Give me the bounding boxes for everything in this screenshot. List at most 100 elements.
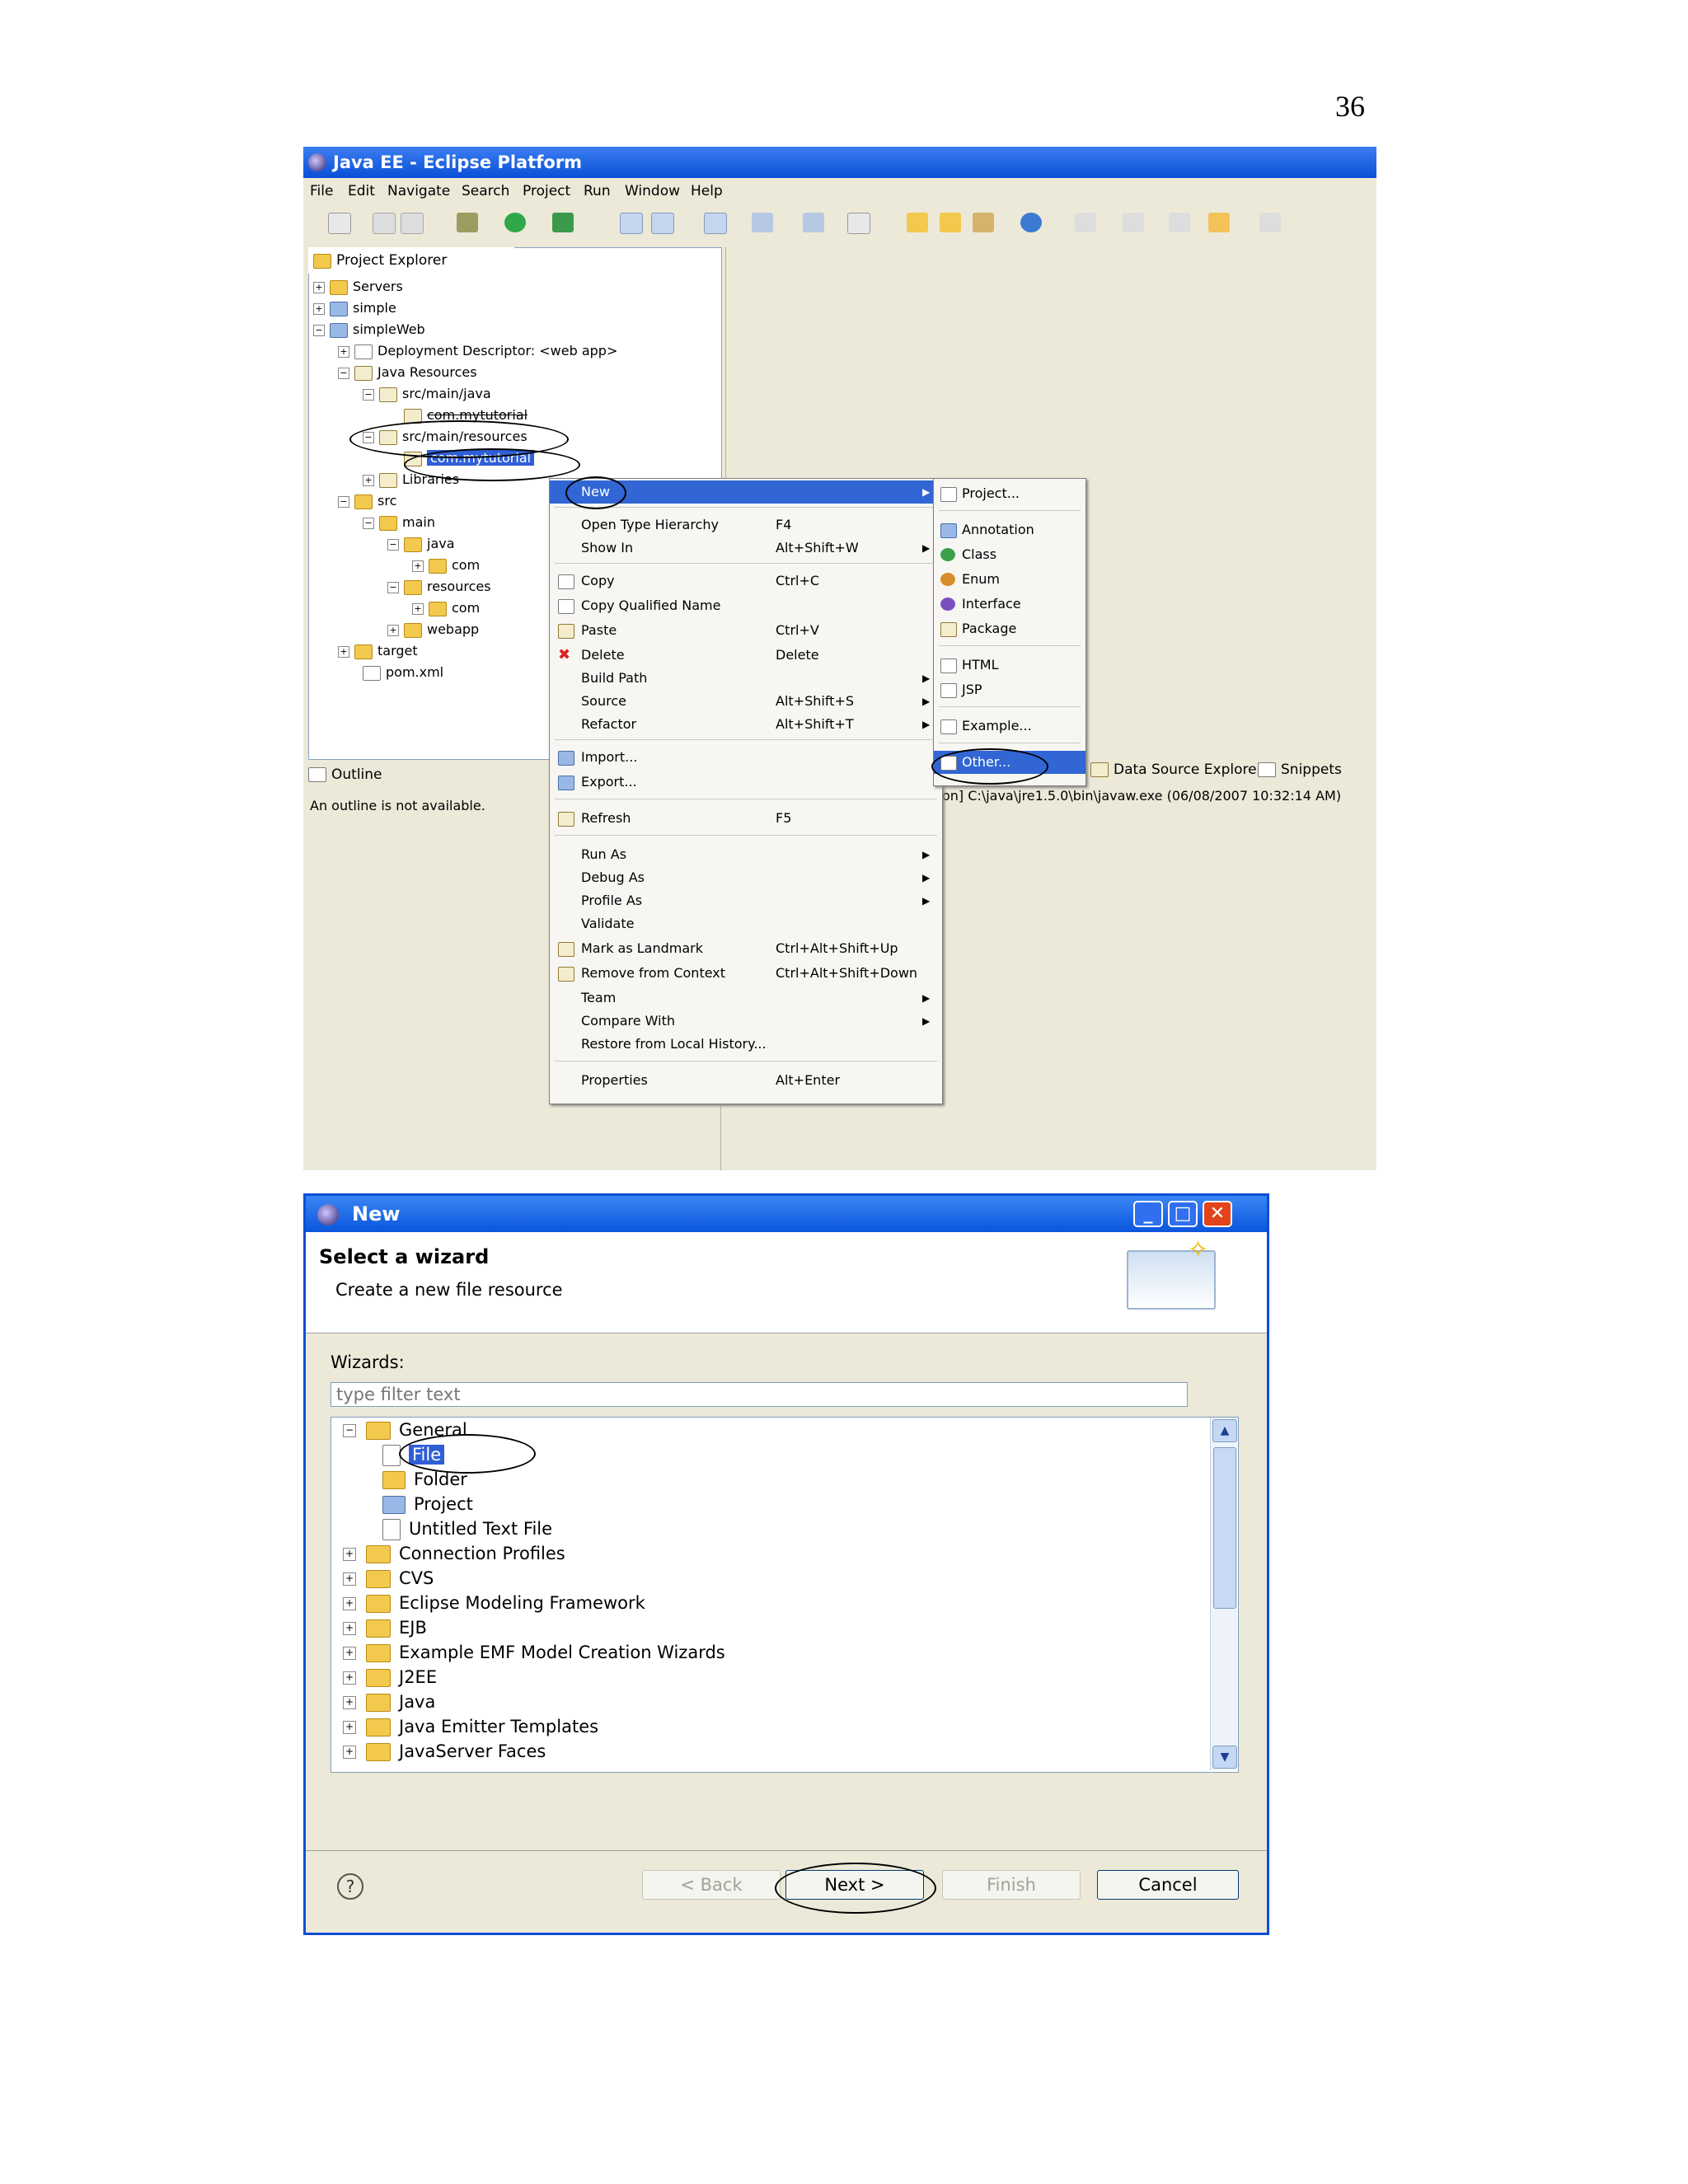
new-icon[interactable] xyxy=(328,213,351,234)
debug-icon[interactable] xyxy=(457,213,478,232)
menu-item-build-path[interactable]: Build Path ▶ xyxy=(550,667,942,690)
tree-item-deployment-descriptor[interactable]: + Deployment Descriptor: <web app> xyxy=(338,341,617,361)
project-explorer-tab[interactable]: Project Explorer xyxy=(308,247,514,274)
scroll-up-icon[interactable]: ▲ xyxy=(1212,1419,1237,1442)
menu-item-refresh[interactable]: Refresh F5 xyxy=(550,807,942,830)
next-button[interactable]: Next > xyxy=(785,1870,924,1900)
menu-window[interactable]: Window xyxy=(625,183,680,199)
expand-icon[interactable]: + xyxy=(313,302,325,315)
menu-item-delete[interactable]: ✖ Delete Delete xyxy=(550,644,942,667)
tree-item-package-selected[interactable]: com.mytutorial xyxy=(404,448,535,468)
tree-item-target[interactable]: + target xyxy=(338,641,418,661)
collapse-icon[interactable]: − xyxy=(363,388,374,401)
minimize-button[interactable]: _ xyxy=(1133,1201,1163,1227)
web-service-icon[interactable] xyxy=(803,213,824,232)
wizard-tree-item-cvs[interactable]: + CVS xyxy=(343,1566,434,1591)
wizard-tree-item-file[interactable]: File xyxy=(382,1442,445,1467)
wizard-tree-item-java[interactable]: + Java xyxy=(343,1690,435,1714)
help-icon[interactable]: ? xyxy=(337,1873,363,1900)
wizard-tree-item-emf[interactable]: + Eclipse Modeling Framework xyxy=(343,1591,645,1615)
collapse-icon[interactable]: − xyxy=(387,581,399,593)
collapse-icon[interactable]: − xyxy=(343,1424,356,1437)
menu-item-source[interactable]: Source Alt+Shift+S ▶ xyxy=(550,690,942,713)
expand-icon[interactable]: + xyxy=(343,1696,356,1709)
open-resource-icon[interactable] xyxy=(651,213,674,234)
next-annotation-icon[interactable] xyxy=(1075,213,1096,232)
menu-item-show-in[interactable]: Show In Alt+Shift+W ▶ xyxy=(550,537,942,560)
menu-item-export[interactable]: Export... xyxy=(550,771,942,794)
tree-item-libraries[interactable]: + Libraries xyxy=(363,470,459,490)
last-edit-icon[interactable] xyxy=(1169,213,1190,232)
menu-project[interactable]: Project xyxy=(523,183,570,199)
submenu-item-interface[interactable]: Interface xyxy=(934,593,1085,616)
javadoc-icon[interactable] xyxy=(847,213,870,234)
wizard-tree-item-jet[interactable]: + Java Emitter Templates xyxy=(343,1714,598,1739)
search-icon[interactable] xyxy=(973,213,994,232)
tree-item-simpleweb[interactable]: − simpleWeb xyxy=(313,320,425,340)
snippets-tab[interactable]: Snippets xyxy=(1258,762,1342,778)
menu-item-restore-from-local-history[interactable]: Restore from Local History... xyxy=(550,1033,942,1056)
vertical-scrollbar[interactable]: ▲ ▼ xyxy=(1210,1418,1237,1770)
tree-item-src-main-java[interactable]: − src/main/java xyxy=(363,384,491,404)
collapse-icon[interactable]: − xyxy=(387,538,399,551)
tree-item-com[interactable]: + com xyxy=(412,598,480,618)
submenu-item-annotation[interactable]: Annotation xyxy=(934,518,1085,541)
back-icon[interactable] xyxy=(1208,213,1230,232)
tree-item-src-main-resources[interactable]: − src/main/resources xyxy=(363,427,528,447)
expand-icon[interactable]: + xyxy=(343,1572,356,1586)
tree-item-webapp[interactable]: + webapp xyxy=(387,620,479,640)
collapse-icon[interactable]: − xyxy=(313,324,325,336)
data-source-explorer-tab[interactable]: Data Source Explorer xyxy=(1090,762,1263,778)
menu-help[interactable]: Help xyxy=(691,183,723,199)
submenu-item-example[interactable]: Example... xyxy=(934,715,1085,738)
tree-item-servers[interactable]: + Servers xyxy=(313,277,403,297)
submenu-item-jsp[interactable]: JSP xyxy=(934,678,1085,701)
scrollbar-thumb[interactable] xyxy=(1213,1447,1236,1609)
cancel-button[interactable]: Cancel xyxy=(1097,1870,1239,1900)
wizard-tree-item-general[interactable]: − General xyxy=(343,1418,467,1442)
expand-icon[interactable]: + xyxy=(338,345,349,358)
menu-item-properties[interactable]: Properties Alt+Enter xyxy=(550,1069,942,1092)
server-icon[interactable] xyxy=(704,213,727,234)
submenu-item-other[interactable]: Other... xyxy=(934,751,1085,774)
menu-edit[interactable]: Edit xyxy=(348,183,375,199)
previous-annotation-icon[interactable] xyxy=(1123,213,1144,232)
tree-item-resources[interactable]: − resources xyxy=(387,577,491,597)
submenu-item-enum[interactable]: Enum xyxy=(934,568,1085,591)
tree-item-java-resources[interactable]: − Java Resources xyxy=(338,363,477,382)
outline-tab[interactable]: Outline xyxy=(308,766,556,783)
menu-navigate[interactable]: Navigate xyxy=(387,183,450,199)
menu-item-copy-qualified-name[interactable]: Copy Qualified Name xyxy=(550,594,942,617)
expand-icon[interactable]: + xyxy=(343,1622,356,1635)
wizard-tree-item-untitled-text-file[interactable]: Untitled Text File xyxy=(382,1516,552,1541)
tree-item-java[interactable]: − java xyxy=(387,534,455,554)
globe-icon[interactable] xyxy=(1020,213,1042,232)
tree-item-main[interactable]: − main xyxy=(363,513,435,532)
wizard-filter-input[interactable] xyxy=(331,1382,1188,1407)
expand-icon[interactable]: + xyxy=(387,624,399,636)
tree-item-package[interactable]: com.mytutorial xyxy=(404,405,528,425)
menu-item-run-as[interactable]: Run As ▶ xyxy=(550,843,942,866)
wizard-tree-item-folder[interactable]: Folder xyxy=(382,1467,467,1492)
tree-item-simple[interactable]: + simple xyxy=(313,298,396,318)
close-button[interactable]: ✕ xyxy=(1203,1201,1232,1227)
menu-search[interactable]: Search xyxy=(462,183,509,199)
submenu-item-class[interactable]: Class xyxy=(934,543,1085,566)
wizard-tree-item-project[interactable]: Project xyxy=(382,1492,473,1516)
run-icon[interactable] xyxy=(504,213,526,232)
tree-item-pom-xml[interactable]: pom.xml xyxy=(363,663,443,682)
expand-icon[interactable]: + xyxy=(343,1746,356,1759)
back-button[interactable]: < Back xyxy=(642,1870,781,1900)
expand-icon[interactable]: + xyxy=(343,1597,356,1610)
menu-item-compare-with[interactable]: Compare With ▶ xyxy=(550,1010,942,1033)
menu-item-open-type-hierarchy[interactable]: Open Type Hierarchy F4 xyxy=(550,513,942,537)
wizard-tree-item-ejb[interactable]: + EJB xyxy=(343,1615,427,1640)
expand-icon[interactable]: + xyxy=(343,1548,356,1561)
collapse-icon[interactable]: − xyxy=(363,431,374,443)
finish-button[interactable]: Finish xyxy=(942,1870,1081,1900)
deploy-icon[interactable] xyxy=(752,213,773,232)
open-project-icon[interactable] xyxy=(940,213,961,232)
maximize-button[interactable]: □ xyxy=(1168,1201,1198,1227)
menu-run[interactable]: Run xyxy=(584,183,611,199)
external-tools-icon[interactable] xyxy=(552,213,574,232)
